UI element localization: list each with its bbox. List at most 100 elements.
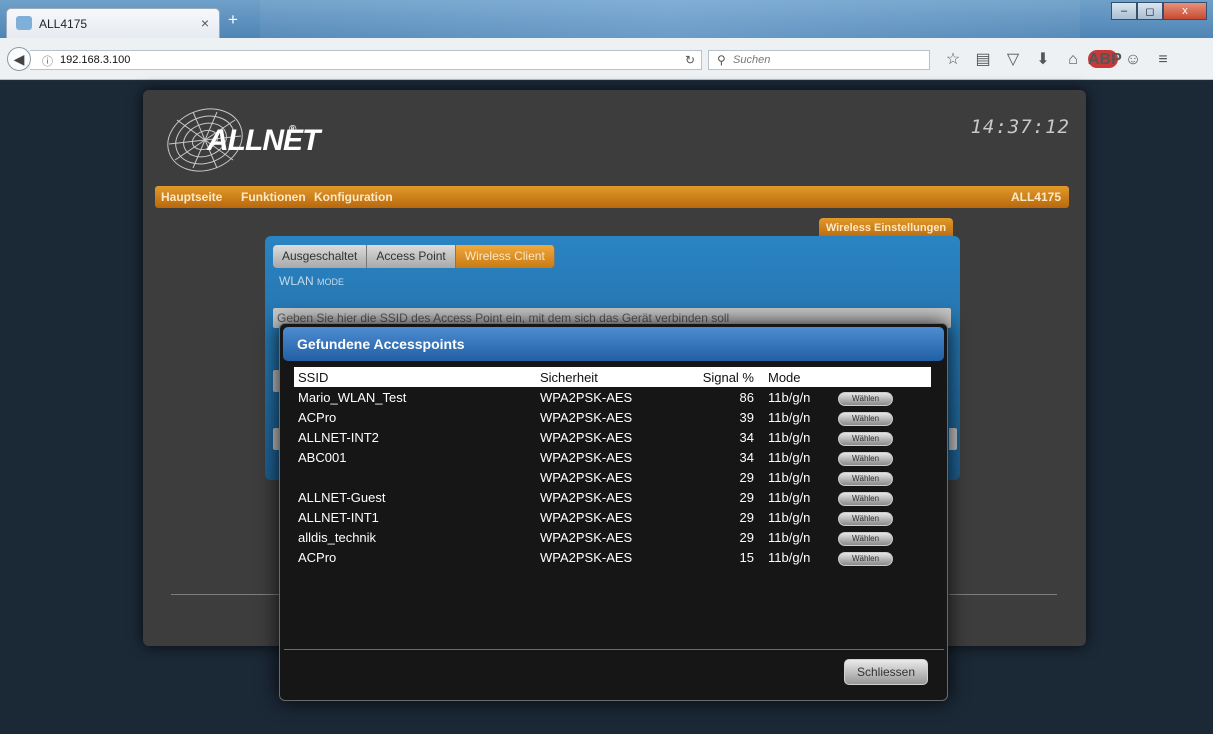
- choose-button[interactable]: Wählen: [838, 531, 893, 546]
- cell-mode: 11b/g/n: [768, 509, 811, 525]
- table-row: alldis_technik WPA2PSK-AES 29 11b/g/n Wählen: [294, 527, 931, 547]
- main-menu: Hauptseite Funktionen Konfiguration ALL4…: [155, 186, 1069, 208]
- home-icon[interactable]: ⌂: [1058, 50, 1088, 70]
- cell-signal: 86: [739, 389, 754, 405]
- pocket-icon[interactable]: ▽: [998, 50, 1028, 70]
- cell-ssid: ALLNET-INT2: [298, 429, 379, 445]
- cell-mode: 11b/g/n: [768, 429, 811, 445]
- tab-close-icon[interactable]: ×: [201, 15, 209, 31]
- cell-security: WPA2PSK-AES: [540, 549, 633, 565]
- accesspoint-table: SSID Sicherheit Signal % Mode Mario_WLAN…: [294, 367, 931, 567]
- column-security: Sicherheit: [536, 367, 686, 387]
- mode-button-wireless-client[interactable]: Wireless Client: [455, 245, 555, 268]
- cell-ssid: [294, 467, 536, 487]
- back-arrow-icon[interactable]: ◀: [7, 47, 31, 71]
- cell-action: Wählen: [834, 427, 931, 447]
- chat-icon[interactable]: ☺: [1118, 50, 1148, 70]
- table-row: ALLNET-INT2 WPA2PSK-AES 34 11b/g/n Wählen: [294, 427, 931, 447]
- browser-tab[interactable]: ALL4175 ×: [6, 8, 220, 38]
- search-input[interactable]: ⚲ Suchen: [708, 50, 930, 70]
- reading-list-icon[interactable]: ▤: [968, 50, 998, 70]
- cell-signal: 34: [739, 449, 754, 465]
- close-window-button[interactable]: x: [1163, 2, 1207, 20]
- menu-item-hauptseite[interactable]: Hauptseite: [161, 190, 222, 204]
- choose-button[interactable]: Wählen: [838, 491, 893, 506]
- cell-signal: 29: [739, 489, 754, 505]
- download-icon[interactable]: ⬇: [1028, 50, 1058, 70]
- choose-button[interactable]: Wählen: [838, 511, 893, 526]
- choose-button[interactable]: Wählen: [838, 411, 893, 426]
- cell-ssid: alldis_technik: [298, 529, 377, 545]
- divider-line: [171, 594, 279, 595]
- choose-button[interactable]: Wählen: [838, 551, 893, 566]
- choose-button[interactable]: Wählen: [838, 391, 893, 406]
- new-tab-button[interactable]: +: [228, 10, 238, 30]
- cell-mode: 11b/g/n: [768, 469, 811, 485]
- choose-button[interactable]: Wählen: [838, 451, 893, 466]
- table-row: ACPro WPA2PSK-AES 39 11b/g/n Wählen: [294, 407, 931, 427]
- cell-action: Wählen: [834, 387, 931, 407]
- cell-ssid: ACPro: [298, 409, 337, 425]
- cell-ssid: ALLNET-Guest: [298, 489, 386, 505]
- cell-ssid: ALLNET-INT1: [298, 509, 379, 525]
- cell-signal: 34: [739, 429, 754, 445]
- column-signal: Signal %: [686, 367, 764, 387]
- table-row: ALLNET-Guest WPA2PSK-AES 29 11b/g/n Wählen: [294, 487, 931, 507]
- cell-security: WPA2PSK-AES: [540, 489, 633, 505]
- dialog-title: Gefundene Accesspoints: [297, 336, 465, 352]
- reload-icon[interactable]: ↻: [685, 53, 695, 67]
- menu-icon[interactable]: ≡: [1148, 50, 1178, 70]
- menu-item-funktionen[interactable]: Funktionen: [241, 190, 306, 204]
- table-row: ACPro WPA2PSK-AES 15 11b/g/n Wählen: [294, 547, 931, 567]
- mode-button-access-point[interactable]: Access Point: [367, 245, 456, 268]
- cell-mode: 11b/g/n: [768, 409, 811, 425]
- cell-security: WPA2PSK-AES: [540, 429, 633, 445]
- search-icon: ⚲: [717, 53, 726, 67]
- cell-ssid: ACPro: [298, 549, 337, 565]
- column-mode: Mode: [764, 367, 834, 387]
- tab-title: ALL4175: [39, 17, 88, 31]
- table-row: Mario_WLAN_Test WPA2PSK-AES 86 11b/g/n Wähle…: [294, 387, 931, 407]
- tab-favicon-icon: [16, 16, 32, 30]
- cell-action: Wählen: [834, 527, 931, 547]
- adblock-icon[interactable]: ABP: [1088, 50, 1122, 70]
- info-icon[interactable]: ⓘ: [42, 53, 53, 69]
- cell-security: WPA2PSK-AES: [540, 449, 633, 465]
- column-ssid: SSID: [294, 367, 536, 387]
- cell-security: WPA2PSK-AES: [540, 509, 633, 525]
- cell-action: Wählen: [834, 487, 931, 507]
- close-dialog-button[interactable]: Schliessen: [844, 659, 928, 685]
- cell-security: WPA2PSK-AES: [540, 389, 633, 405]
- cell-signal: 29: [739, 509, 754, 525]
- cell-ssid: ABC001: [298, 449, 347, 465]
- cell-action: Wählen: [834, 507, 931, 527]
- cell-security: WPA2PSK-AES: [540, 469, 633, 485]
- window-titlebar: ALL4175 × + – ◻ x: [0, 0, 1213, 38]
- cell-mode: 11b/g/n: [768, 529, 811, 545]
- table-row: ABC001 WPA2PSK-AES 34 11b/g/n Wählen: [294, 447, 931, 467]
- choose-button[interactable]: Wählen: [838, 431, 893, 446]
- url-text[interactable]: 192.168.3.100: [60, 54, 130, 66]
- accesspoint-dialog: Gefundene Accesspoints SSID Sicherheit S…: [279, 323, 948, 701]
- field-edge: [949, 428, 957, 450]
- cell-signal: 29: [739, 529, 754, 545]
- mode-button-ausgeschaltet[interactable]: Ausgeschaltet: [273, 245, 368, 268]
- wireless-section-label: Wireless Einstellungen: [819, 218, 953, 238]
- wlan-mode-label-small: MODE: [317, 277, 345, 287]
- cell-signal: 15: [739, 549, 754, 565]
- minimize-button[interactable]: –: [1111, 2, 1137, 20]
- cell-action: Wählen: [834, 467, 931, 487]
- maximize-button[interactable]: ◻: [1137, 2, 1163, 20]
- cell-signal: 29: [739, 469, 754, 485]
- cell-mode: 11b/g/n: [768, 389, 811, 405]
- toolbar-icons: ☆ ▤ ▽ ⬇ ⌂ ABP ☺ ≡: [938, 50, 1178, 70]
- brand-name: ALLNET: [207, 124, 320, 157]
- cell-action: Wählen: [834, 407, 931, 427]
- bookmark-star-icon[interactable]: ☆: [938, 50, 968, 70]
- divider-line: [949, 594, 1057, 595]
- choose-button[interactable]: Wählen: [838, 471, 893, 486]
- table-row: ALLNET-INT1 WPA2PSK-AES 29 11b/g/n Wählen: [294, 507, 931, 527]
- url-bar[interactable]: ⓘ 192.168.3.100 ↻: [30, 50, 702, 70]
- window-controls: – ◻ x: [1111, 2, 1207, 20]
- menu-item-konfiguration[interactable]: Konfiguration: [314, 190, 393, 204]
